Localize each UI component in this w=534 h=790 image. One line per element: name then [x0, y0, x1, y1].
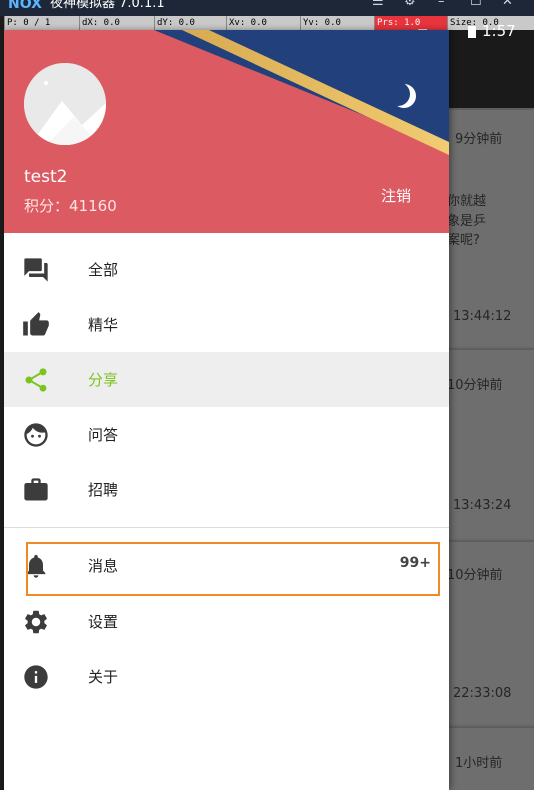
emulator-title: 夜神模拟器 7.0.1.1 [50, 0, 165, 11]
background-item-date: 13:43:24 [453, 498, 512, 513]
background-item-snippet: 案呢? [447, 233, 480, 248]
menu-item-label: 精华 [88, 316, 119, 334]
background-item-date: 13:44:12 [453, 309, 512, 324]
debug-dx: dX: 0.0 [79, 16, 154, 30]
menu-item-label: 分享 [88, 371, 119, 389]
gear-icon [25, 610, 47, 634]
menu-item-qa[interactable]: 问答 [4, 407, 449, 462]
menu-item-about[interactable]: 关于 [4, 649, 449, 704]
points-label: 积分： [24, 197, 70, 215]
menu-item-jobs[interactable]: 招聘 [4, 462, 449, 517]
thumb-up-icon [23, 312, 49, 336]
menu-item-all[interactable]: 全部 [4, 242, 449, 297]
background-item-time: 10分钟前 [447, 378, 503, 393]
maximize-icon[interactable]: ☐ [470, 0, 482, 10]
emulator-title-bar: NOX 夜神模拟器 7.0.1.1 ☰ ⚙ – ☐ ✕ [0, 0, 534, 16]
logout-button[interactable]: 注销 [381, 185, 411, 206]
moon-icon [386, 82, 410, 106]
background-item-time: 9分钟前 [455, 132, 503, 147]
points-value: 41160 [69, 197, 117, 215]
background-item-date: 22:33:08 [453, 686, 512, 701]
info-icon [24, 665, 48, 689]
background-item-snippet: 象是乒 [447, 214, 487, 229]
emulator-logo: NOX [8, 0, 42, 12]
menu-item-label: 设置 [88, 613, 119, 631]
pointer-debug-bar: P: 0 / 1 dX: 0.0 dY: 0.0 Xv: 0.0 Yv: 0.0… [4, 16, 534, 30]
menu-item-featured[interactable]: 精华 [4, 297, 449, 352]
menu-item-label: 招聘 [88, 481, 119, 499]
debug-pointer-count: P: 0 / 1 [4, 16, 79, 30]
face-icon [24, 423, 48, 447]
battery-icon [468, 26, 476, 38]
menu-divider [4, 527, 449, 528]
menu-icon[interactable]: ☰ [372, 0, 384, 10]
menu-item-label: 问答 [88, 426, 119, 444]
minimize-icon[interactable]: – [438, 0, 445, 10]
points-row: 积分：41160 [24, 195, 117, 216]
username: test2 [24, 167, 68, 187]
emulator-window: NOX 夜神模拟器 7.0.1.1 ☰ ⚙ – ☐ ✕ P: 0 / 1 dX:… [0, 0, 534, 790]
close-icon[interactable]: ✕ [502, 0, 513, 10]
avatar[interactable] [24, 63, 106, 145]
forum-icon [24, 258, 48, 282]
menu-item-label: 关于 [88, 668, 119, 686]
background-item-snippet: 你就越 [447, 194, 487, 209]
drawer-header: test2 积分：41160 注销 [4, 30, 449, 233]
background-item-time: 1小时前 [455, 756, 503, 771]
background-item-time: 10分钟前 [447, 568, 503, 583]
share-icon [25, 368, 47, 392]
debug-dy: dY: 0.0 [154, 16, 226, 30]
debug-xv: Xv: 0.0 [226, 16, 300, 30]
debug-yv: Yv: 0.0 [300, 16, 374, 30]
debug-pressure: Prs: 1.0 [374, 16, 447, 30]
status-clock: 1:57 [482, 22, 516, 40]
menu-item-label: 全部 [88, 261, 119, 279]
briefcase-icon [24, 478, 48, 501]
messages-highlight-box [26, 542, 440, 596]
menu-item-settings[interactable]: 设置 [4, 594, 449, 649]
menu-item-share[interactable]: 分享 [4, 352, 449, 407]
settings-icon[interactable]: ⚙ [404, 0, 416, 10]
navigation-drawer: test2 积分：41160 注销 全部 精华 分享 问答 招聘 消息 99+ … [4, 30, 449, 790]
